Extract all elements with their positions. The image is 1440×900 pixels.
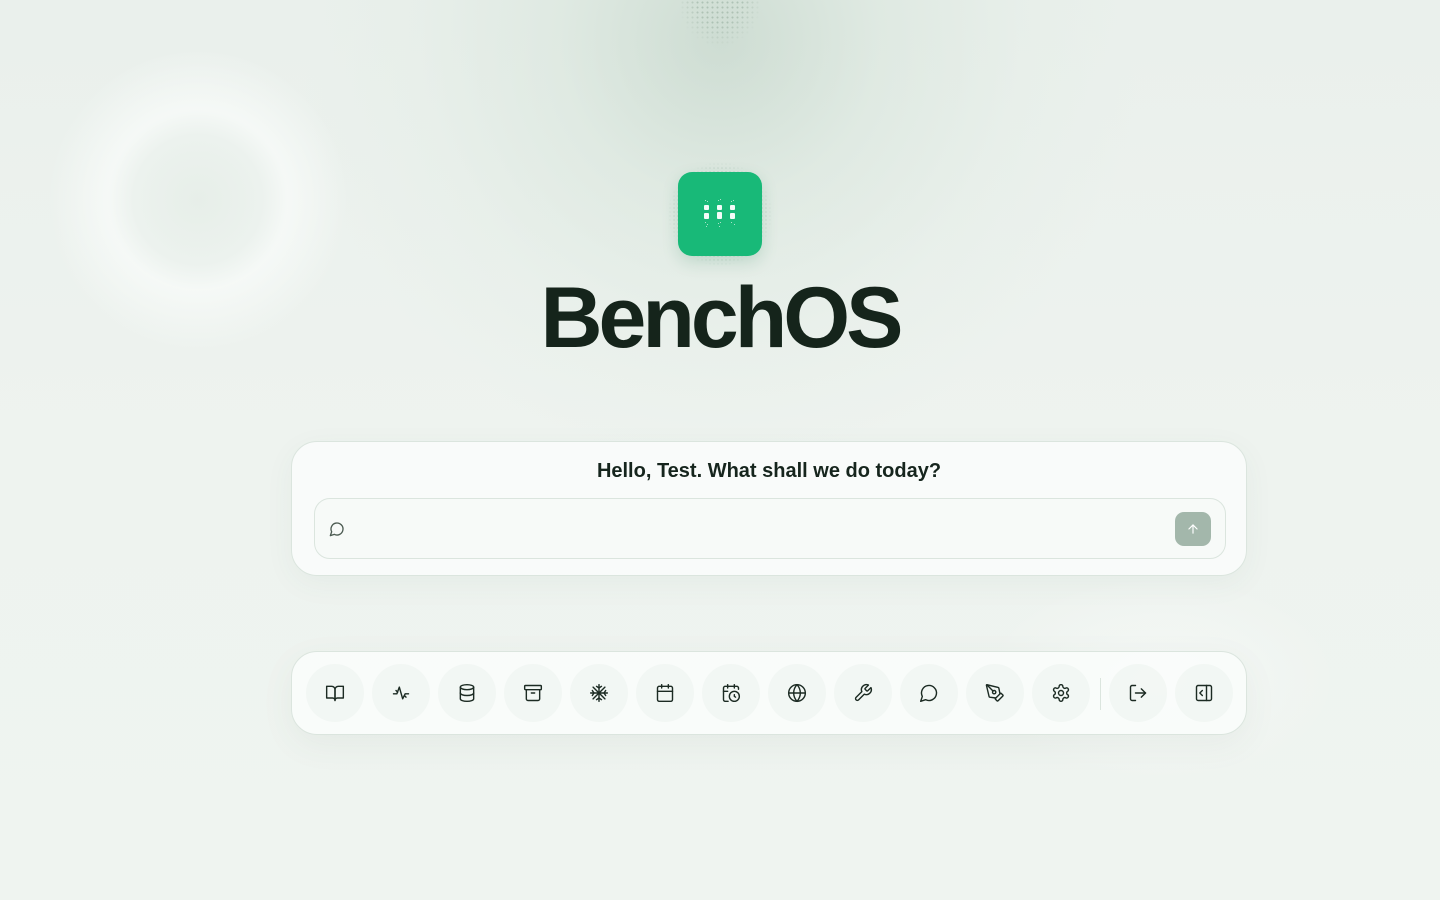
- dock-item-calendar[interactable]: [636, 664, 694, 722]
- activity-icon: [392, 686, 410, 700]
- gear-icon: [1052, 683, 1070, 702]
- chat-input-container[interactable]: [314, 498, 1226, 559]
- calendar-clock-icon: [722, 683, 741, 703]
- dock-item-pen[interactable]: [966, 664, 1024, 722]
- dock-item-snowflake[interactable]: [570, 664, 628, 722]
- app-dock: [291, 651, 1247, 735]
- decorative-dot-pattern: [680, 0, 760, 44]
- panel-left-icon: [1195, 684, 1213, 702]
- dock-separator: [1100, 678, 1101, 710]
- dock-item-book[interactable]: [306, 664, 364, 722]
- dock-item-calendar-clock[interactable]: [702, 664, 760, 722]
- dock-item-database[interactable]: [438, 664, 496, 722]
- dock-item-chat[interactable]: [900, 664, 958, 722]
- brand-title: BenchOS: [540, 270, 903, 366]
- dock-item-globe[interactable]: [768, 664, 826, 722]
- snowflake-icon: [589, 683, 609, 703]
- dock-item-wrench[interactable]: [834, 664, 892, 722]
- globe-icon: [787, 683, 807, 703]
- log-out-icon: [1129, 684, 1147, 702]
- message-circle-icon: [919, 684, 938, 703]
- send-button[interactable]: [1175, 512, 1211, 546]
- dock-item-logout[interactable]: [1109, 664, 1167, 722]
- chat-input[interactable]: [355, 511, 1159, 549]
- dock-item-settings[interactable]: [1032, 664, 1090, 722]
- database-icon: [459, 683, 475, 703]
- dock-item-activity[interactable]: [372, 664, 430, 722]
- dock-item-sidebar-toggle[interactable]: [1175, 664, 1233, 722]
- calendar-icon: [656, 683, 674, 703]
- arrow-up-icon: [1188, 524, 1198, 534]
- chat-card: Hello, Test. What shall we do today?: [291, 441, 1247, 576]
- archive-icon: [523, 684, 543, 702]
- wrench-icon: [854, 683, 873, 702]
- book-open-icon: [325, 685, 345, 702]
- pen-tool-icon: [985, 684, 1004, 702]
- benchos-logo-icon: [678, 172, 762, 256]
- app-logo: [668, 162, 772, 266]
- greeting-text: Hello, Test. What shall we do today?: [596, 460, 942, 482]
- dock-item-archive[interactable]: [504, 664, 562, 722]
- message-circle-icon: [329, 522, 344, 537]
